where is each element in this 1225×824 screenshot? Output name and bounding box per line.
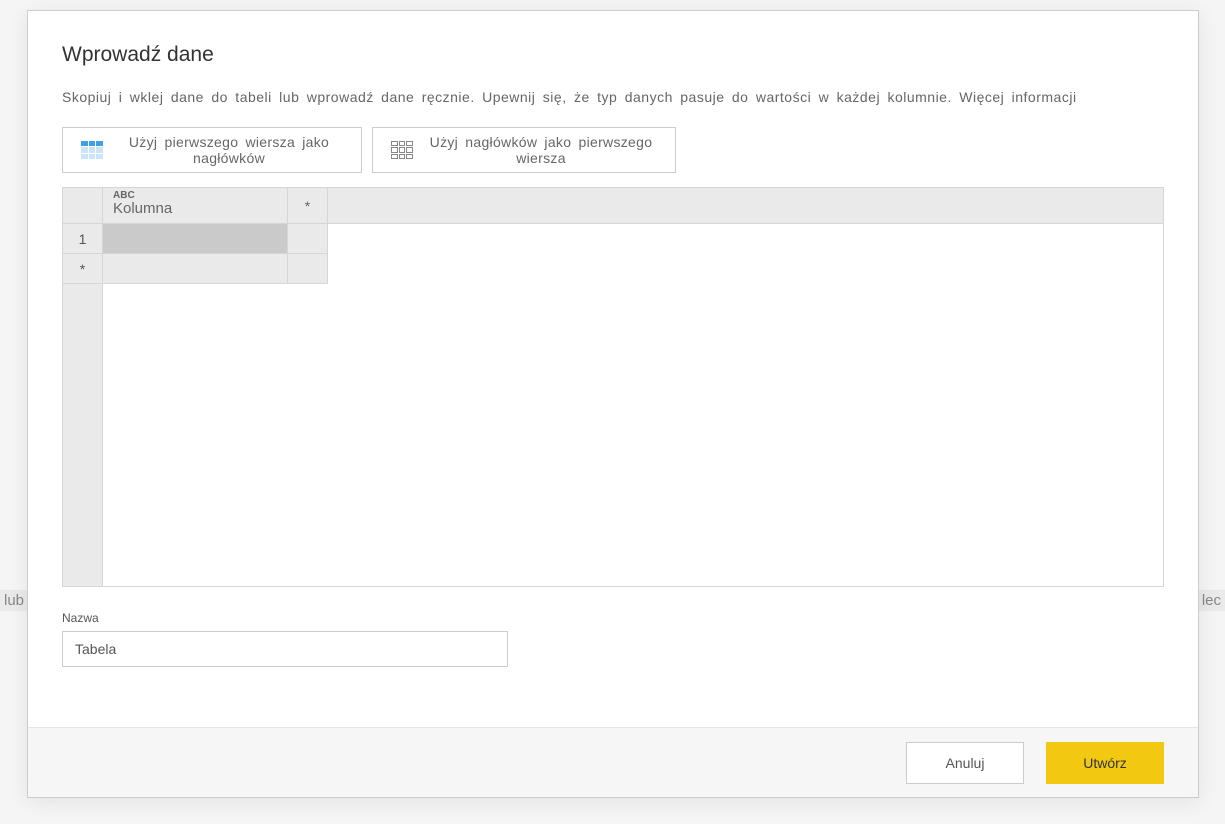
table-plain-icon — [391, 141, 413, 159]
table-row: 1 — [63, 224, 1163, 254]
add-column-header[interactable]: * — [288, 188, 328, 223]
table-headers-icon — [81, 141, 103, 159]
use-headers-as-first-row-button[interactable]: Użyj nagłówków jako pierwszego wiersza — [372, 127, 676, 173]
dialog-footer: Anuluj Utwórz — [28, 727, 1198, 797]
create-button[interactable]: Utwórz — [1046, 742, 1164, 784]
use-first-row-as-headers-button[interactable]: Użyj pierwszego wiersza jako nagłówków — [62, 127, 362, 173]
add-row-cell[interactable] — [103, 254, 288, 284]
dialog-description: Skopiuj i wklej dane do tabeli lub wprow… — [62, 89, 1164, 105]
row-gutter — [63, 284, 103, 586]
column-header[interactable]: ABC Kolumna — [103, 188, 288, 223]
add-column-label: * — [305, 198, 310, 214]
toolbar-btn1-label: Użyj pierwszego wiersza jako nagłówków — [115, 134, 343, 166]
row-spacer — [328, 254, 1163, 284]
dialog-body: Wprowadź dane Skopiuj i wklej dane do ta… — [28, 11, 1198, 727]
table-name-input[interactable] — [62, 631, 508, 667]
enter-data-dialog: Wprowadź dane Skopiuj i wklej dane do ta… — [27, 10, 1199, 798]
data-cell[interactable] — [103, 224, 288, 254]
row-spacer — [328, 224, 1163, 254]
toolbar: Użyj pierwszego wiersza jako nagłówków U… — [62, 127, 1164, 173]
cancel-button[interactable]: Anuluj — [906, 742, 1024, 784]
data-grid: ABC Kolumna * 1 * — [62, 187, 1164, 587]
column-name-label: Kolumna — [113, 200, 287, 217]
add-row-number[interactable]: * — [63, 254, 103, 284]
toolbar-btn2-label: Użyj nagłówków jako pierwszego wiersza — [425, 134, 657, 166]
add-column-cell[interactable] — [288, 224, 328, 254]
row-number-header — [63, 188, 103, 223]
dialog-title: Wprowadź dane — [62, 43, 1164, 67]
header-spacer — [328, 188, 1163, 223]
grid-header-row: ABC Kolumna * — [63, 188, 1163, 224]
column-type-label: ABC — [113, 190, 135, 201]
add-row-add-col-cell[interactable] — [288, 254, 328, 284]
add-row: * — [63, 254, 1163, 284]
name-label: Nazwa — [62, 611, 1164, 625]
row-number[interactable]: 1 — [63, 224, 103, 254]
background-text-right: lec — [1198, 590, 1225, 611]
background-text-left: lub — [0, 590, 28, 611]
